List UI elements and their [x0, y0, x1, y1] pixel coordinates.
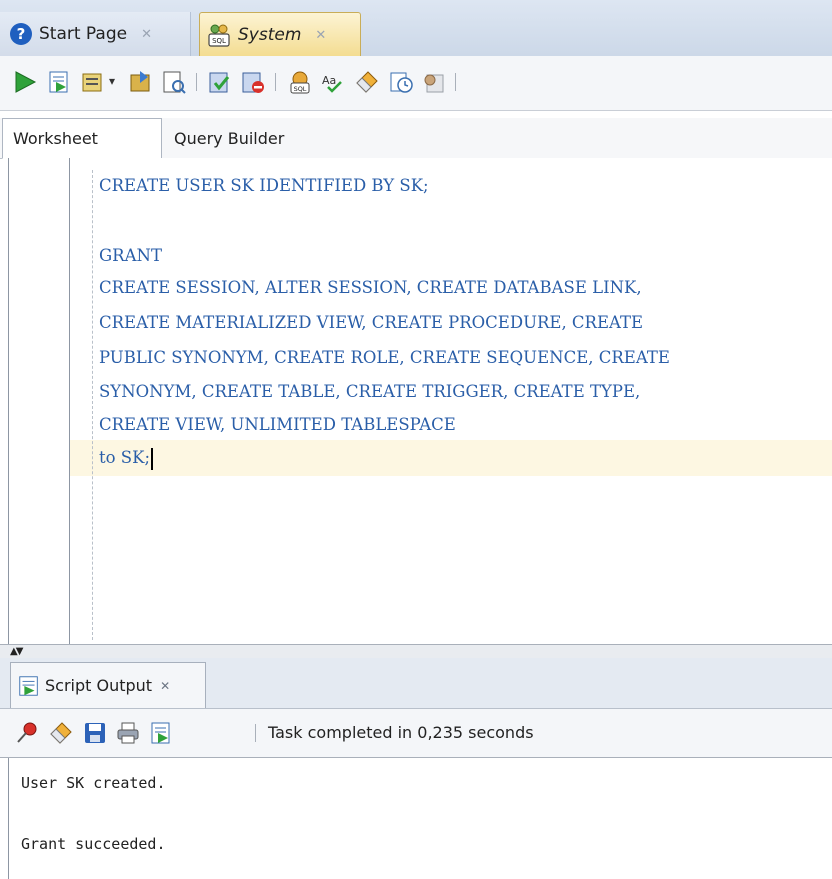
tab-system-label: System	[238, 25, 302, 45]
document-tab-bar: ? Start Page ✕ SQL System ✕	[0, 0, 832, 57]
script-output-icon	[19, 675, 38, 696]
run-statement-icon[interactable]	[12, 69, 38, 95]
close-icon[interactable]: ✕	[160, 679, 170, 693]
text-caret	[151, 447, 153, 470]
code-line: CREATE USER SK IDENTIFIED BY SK;	[99, 176, 429, 195]
rollback-icon[interactable]	[128, 69, 154, 95]
script-output-area[interactable]: User SK created. Grant succeeded.	[8, 758, 832, 879]
current-line-highlight	[70, 440, 832, 476]
explain-plan-icon[interactable]	[161, 69, 187, 95]
autotrace-icon[interactable]	[207, 69, 233, 95]
tab-start-page-label: Start Page	[39, 24, 128, 44]
dropdown-arrow-icon[interactable]: ▾	[109, 74, 115, 88]
fold-guide	[92, 170, 93, 640]
commit-icon[interactable]	[80, 69, 106, 95]
format-icon[interactable]: Aa	[320, 69, 346, 95]
splitter-arrows-icon[interactable]: ▲▼	[10, 646, 23, 657]
output-line: User SK created.	[21, 774, 166, 792]
tab-query-builder-label: Query Builder	[174, 128, 285, 148]
tab-worksheet-label: Worksheet	[13, 129, 98, 148]
history-icon[interactable]	[388, 69, 414, 95]
output-toolbar: Task completed in 0,235 seconds	[0, 709, 832, 758]
unshared-worksheet-icon[interactable]	[421, 69, 447, 95]
tab-system[interactable]: SQL System ✕	[199, 12, 361, 57]
close-icon[interactable]: ✕	[141, 27, 152, 42]
tab-query-builder[interactable]: Query Builder	[164, 118, 294, 158]
cancel-icon[interactable]	[240, 69, 266, 95]
svg-text:SQL: SQL	[212, 37, 226, 45]
svg-text:Aa: Aa	[322, 74, 336, 87]
tab-start-page[interactable]: ? Start Page ✕	[0, 12, 191, 56]
worksheet-tab-bar: Worksheet Query Builder	[0, 118, 832, 159]
code-line: GRANT	[99, 246, 162, 265]
tab-worksheet[interactable]: Worksheet	[2, 118, 162, 159]
output-tab-bar: Script Output ✕	[0, 658, 832, 709]
eraser-icon[interactable]	[354, 69, 380, 95]
code-line-current: to SK;	[99, 440, 153, 475]
help-icon: ?	[10, 23, 32, 45]
line-gutter	[9, 158, 70, 644]
code-line: CREATE VIEW, UNLIMITED TABLESPACE	[99, 415, 456, 434]
eraser-icon[interactable]	[48, 720, 74, 746]
pin-icon[interactable]	[14, 720, 40, 746]
print-icon[interactable]	[115, 720, 141, 746]
panel-splitter[interactable]: ▲▼	[0, 644, 832, 659]
code-line: CREATE MATERIALIZED VIEW, CREATE PROCEDU…	[99, 313, 644, 332]
code-line-text: to SK;	[99, 448, 150, 467]
save-icon[interactable]	[82, 720, 108, 746]
code-line: CREATE SESSION, ALTER SESSION, CREATE DA…	[99, 278, 642, 297]
sql-worksheet-icon: SQL	[208, 24, 230, 47]
run-script-icon[interactable]	[148, 720, 174, 746]
worksheet-toolbar: ▾ SQL Aa	[0, 56, 832, 111]
tab-script-output-label: Script Output	[45, 676, 153, 695]
output-line: Grant succeeded.	[21, 835, 166, 853]
run-script-icon[interactable]	[46, 69, 72, 95]
close-icon[interactable]: ✕	[315, 28, 326, 43]
tab-script-output[interactable]: Script Output ✕	[10, 662, 206, 708]
svg-text:SQL: SQL	[294, 85, 307, 93]
sql-tuning-icon[interactable]: SQL	[287, 69, 313, 95]
code-line: SYNONYM, CREATE TABLE, CREATE TRIGGER, C…	[99, 382, 641, 401]
task-status-text: Task completed in 0,235 seconds	[268, 723, 534, 742]
code-line: PUBLIC SYNONYM, CREATE ROLE, CREATE SEQU…	[99, 348, 670, 367]
